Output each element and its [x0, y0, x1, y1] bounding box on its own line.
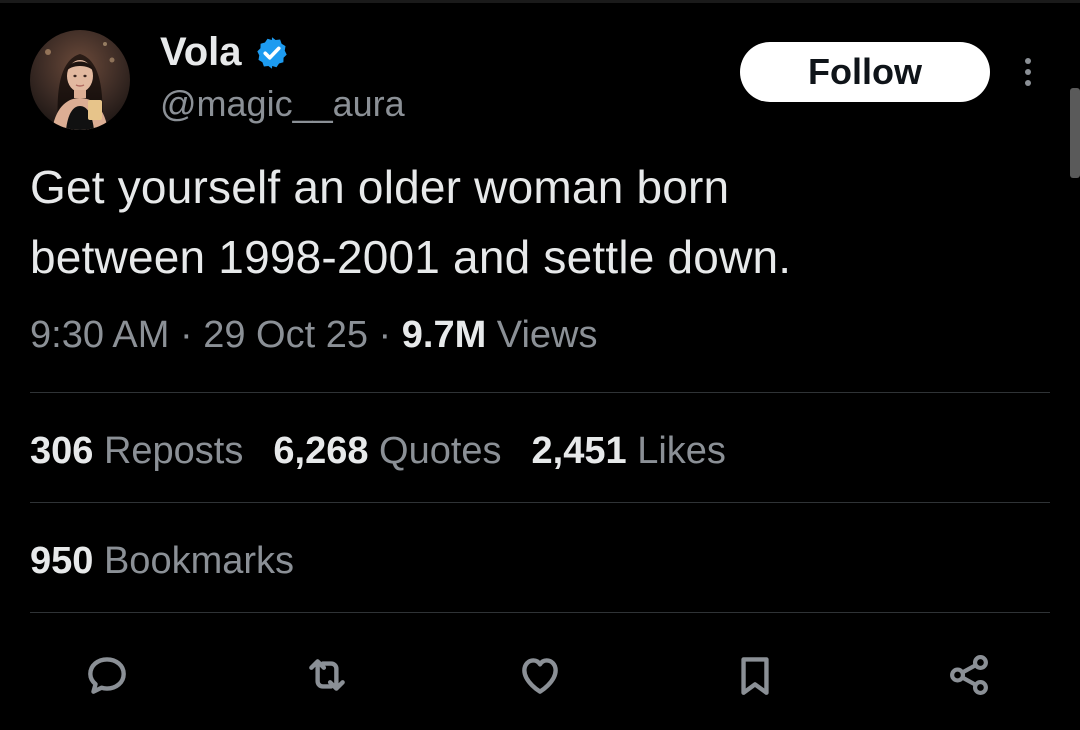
- handle[interactable]: @magic__aura: [160, 82, 405, 126]
- verified-badge-icon: [254, 34, 290, 70]
- views-label[interactable]: Views: [486, 314, 598, 356]
- engagement-stats: 306 Reposts 6,268 Quotes 2,451 Likes: [30, 426, 756, 476]
- tweet-line: between 1998-2001 and settle down.: [30, 231, 792, 283]
- tweet-date[interactable]: 29 Oct 25: [203, 314, 368, 356]
- bookmarks-stat[interactable]: 950 Bookmarks: [30, 540, 294, 582]
- action-bar: [0, 640, 1080, 710]
- display-name[interactable]: Vola: [160, 28, 242, 76]
- bookmarks-count: 950: [30, 540, 94, 582]
- like-icon[interactable]: [515, 650, 565, 700]
- reply-icon[interactable]: [82, 650, 132, 700]
- likes-stat[interactable]: 2,451 Likes: [532, 430, 726, 472]
- likes-label: Likes: [626, 430, 726, 472]
- profile-photo: [30, 30, 130, 130]
- reposts-count: 306: [30, 430, 94, 472]
- avatar[interactable]: [30, 30, 130, 130]
- top-edge: [0, 0, 1080, 3]
- meta-separator: ·: [169, 314, 204, 356]
- likes-count: 2,451: [531, 430, 627, 472]
- display-name-row[interactable]: Vola: [160, 28, 290, 76]
- tweet-text: Get yourself an older woman born between…: [30, 152, 1040, 292]
- meta-separator: ·: [367, 314, 402, 356]
- repost-icon[interactable]: [302, 650, 352, 700]
- views-count[interactable]: 9.7M: [402, 314, 486, 356]
- divider: [30, 612, 1050, 613]
- tweet-time[interactable]: 9:30 AM: [30, 314, 169, 356]
- quotes-count: 6,268: [273, 430, 369, 472]
- tweet-meta: 9:30 AM · 29 Oct 25 · 9.7M Views: [30, 310, 597, 360]
- follow-button[interactable]: Follow: [740, 42, 990, 102]
- quotes-label: Quotes: [368, 430, 502, 472]
- bookmark-icon[interactable]: [730, 650, 780, 700]
- reposts-stat[interactable]: 306 Reposts: [30, 430, 243, 472]
- quotes-stat[interactable]: 6,268 Quotes: [273, 430, 501, 472]
- bookmarks-label: Bookmarks: [93, 540, 295, 582]
- reposts-label: Reposts: [93, 430, 244, 472]
- tweet-line: Get yourself an older woman born: [30, 161, 730, 213]
- share-icon[interactable]: [944, 650, 994, 700]
- divider: [30, 392, 1050, 393]
- divider: [30, 502, 1050, 503]
- more-vertical-icon[interactable]: [1016, 52, 1040, 92]
- bookmark-stats: 950 Bookmarks: [30, 536, 324, 586]
- scrollbar-thumb[interactable]: [1070, 88, 1080, 178]
